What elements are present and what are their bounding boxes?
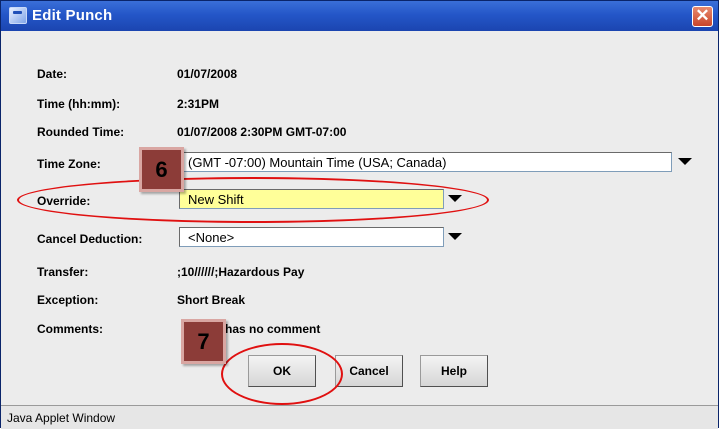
- override-label: Override:: [37, 194, 91, 208]
- step-6-marker: 6: [139, 147, 184, 192]
- cancel-deduction-dropdown-icon[interactable]: [448, 233, 462, 240]
- date-label: Date:: [37, 67, 68, 81]
- transfer-value: ;10//////;Hazardous Pay: [177, 265, 305, 279]
- close-icon[interactable]: ✕: [692, 6, 713, 27]
- time-zone-label: Time Zone:: [37, 157, 101, 171]
- override-selected: New Shift: [188, 192, 244, 207]
- title-bar[interactable]: Edit Punch ✕: [1, 1, 718, 31]
- help-button[interactable]: Help: [420, 355, 488, 387]
- exception-label: Exception:: [37, 293, 99, 307]
- time-zone-select[interactable]: (GMT -07:00) Mountain Time (USA; Canada): [179, 152, 672, 172]
- cancel-deduction-select[interactable]: <None>: [179, 227, 444, 247]
- cancel-deduction-selected: <None>: [188, 230, 235, 245]
- time-zone-selected: (GMT -07:00) Mountain Time (USA; Canada): [188, 155, 447, 170]
- comments-value: has no comment: [225, 322, 321, 336]
- exception-value: Short Break: [177, 293, 246, 307]
- cancel-deduction-label: Cancel Deduction:: [37, 232, 143, 246]
- java-cup-icon: [9, 7, 27, 24]
- status-text: Java Applet Window: [7, 411, 116, 425]
- time-label: Time (hh:mm):: [37, 97, 121, 111]
- cancel-button[interactable]: Cancel: [335, 355, 403, 387]
- override-select[interactable]: New Shift: [179, 189, 444, 209]
- dialog-title: Edit Punch: [32, 7, 113, 24]
- comments-label: Comments:: [37, 322, 104, 336]
- time-zone-dropdown-icon[interactable]: [678, 158, 692, 165]
- override-dropdown-icon[interactable]: [448, 195, 462, 202]
- transfer-label: Transfer:: [37, 265, 89, 279]
- status-bar: Java Applet Window: [1, 405, 718, 429]
- time-value: 2:31PM: [177, 97, 220, 111]
- step-7-marker: 7: [181, 319, 226, 364]
- rounded-time-label: Rounded Time:: [37, 125, 125, 139]
- rounded-time-value: 01/07/2008 2:30PM GMT-07:00: [177, 125, 347, 139]
- date-value: 01/07/2008: [177, 67, 238, 81]
- ok-button[interactable]: OK: [248, 355, 316, 387]
- edit-punch-dialog: Edit Punch ✕ Date: 01/07/2008 Time (hh:m…: [0, 0, 719, 429]
